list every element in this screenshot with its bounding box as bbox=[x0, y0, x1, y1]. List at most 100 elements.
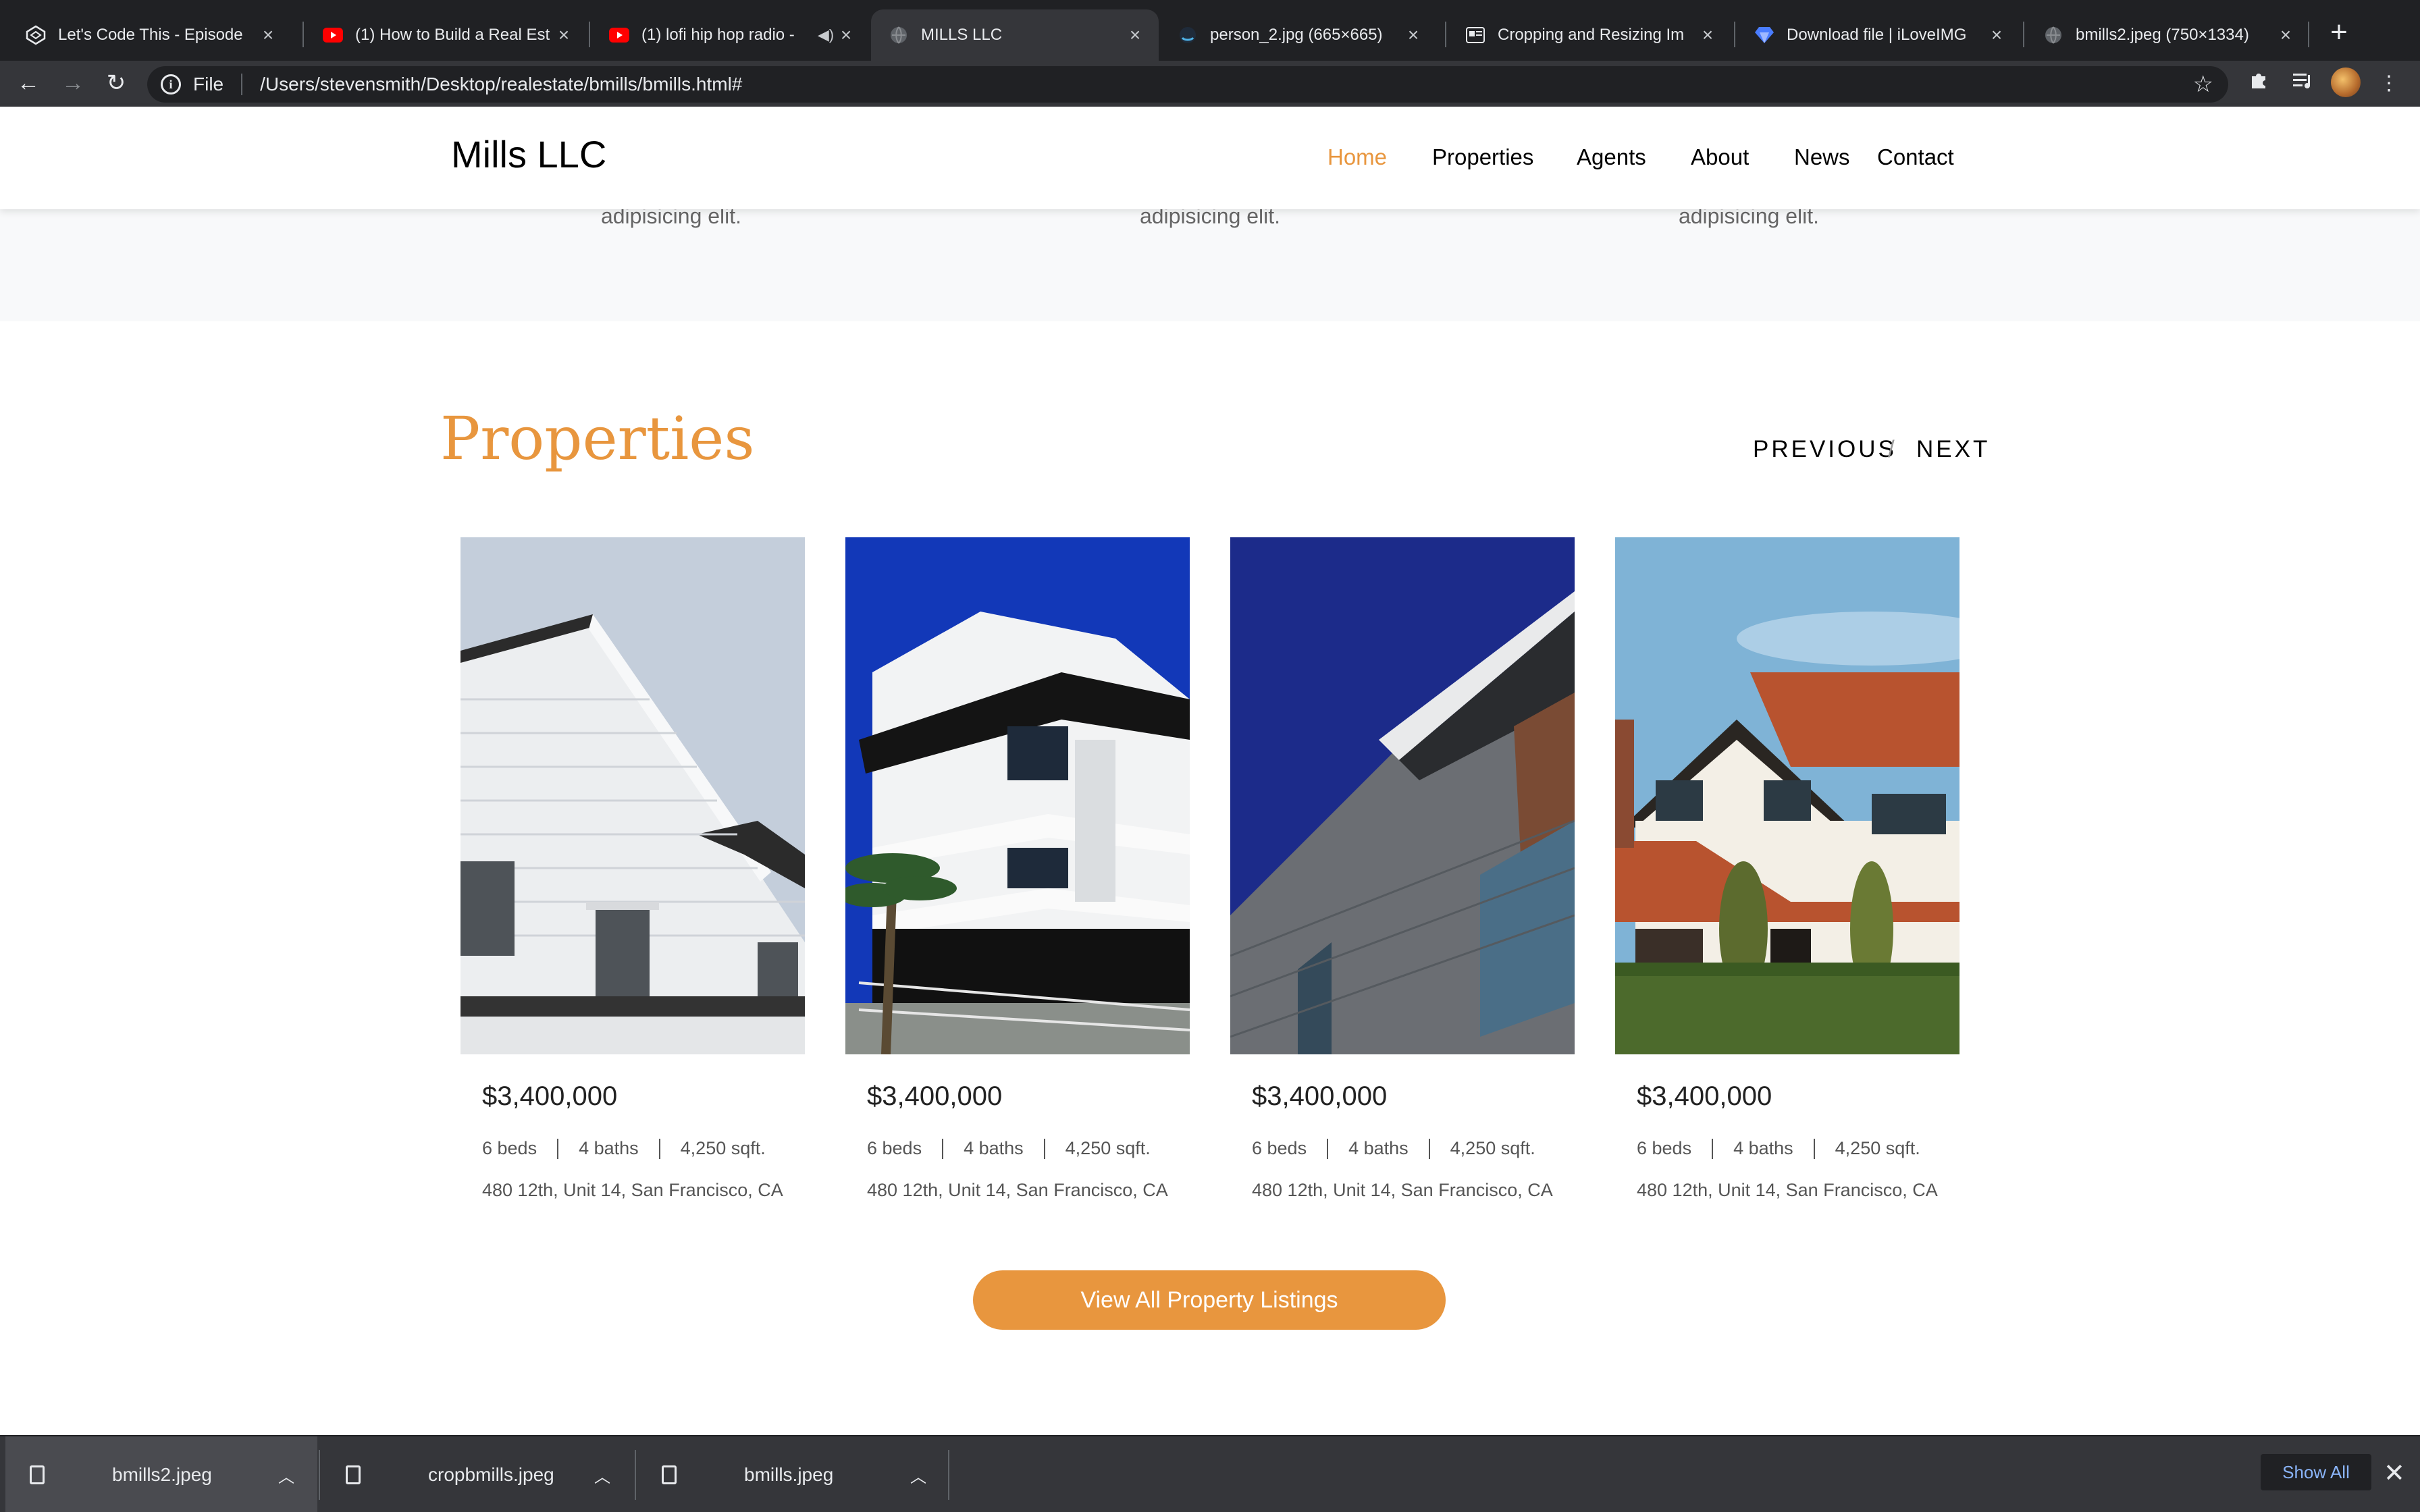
chevron-up-icon[interactable]: ︿ bbox=[594, 1463, 610, 1487]
property-price: $3,400,000 bbox=[867, 1081, 1003, 1111]
download-filename: cropbmills.jpeg bbox=[428, 1464, 554, 1485]
nav-home[interactable]: Home bbox=[1327, 144, 1387, 170]
tab-divider bbox=[1734, 22, 1735, 47]
meta-divider bbox=[942, 1138, 944, 1159]
extensions-icon[interactable] bbox=[2243, 68, 2276, 100]
forward-icon[interactable]: → bbox=[57, 68, 89, 100]
meta-divider bbox=[557, 1138, 559, 1159]
globe-icon bbox=[2043, 25, 2063, 45]
tab-divider bbox=[302, 22, 304, 47]
nav-agents[interactable]: Agents bbox=[1577, 144, 1646, 170]
browser-tab-active[interactable]: MILLS LLC × bbox=[871, 9, 1159, 61]
previous-button[interactable]: PREVIOUS bbox=[1753, 436, 1897, 463]
tab-title: Download file | iLoveIMG bbox=[1787, 26, 1967, 44]
view-all-listings-button[interactable]: View All Property Listings bbox=[973, 1270, 1446, 1330]
close-tab-icon[interactable]: × bbox=[1403, 24, 1423, 46]
property-address: 480 12th, Unit 14, San Francisco, CA bbox=[1252, 1180, 1553, 1200]
codepen-icon bbox=[26, 25, 46, 45]
property-price: $3,400,000 bbox=[1252, 1081, 1388, 1111]
globe-icon bbox=[889, 25, 909, 45]
nav-properties[interactable]: Properties bbox=[1432, 144, 1533, 170]
tab-divider bbox=[2308, 22, 2309, 47]
media-queue-icon[interactable] bbox=[2286, 68, 2319, 100]
property-beds: 6 beds bbox=[867, 1138, 922, 1158]
property-card[interactable]: $3,400,000 6 beds 4 baths 4,250 sqft. 48… bbox=[845, 537, 1190, 1200]
property-card[interactable]: $3,400,000 6 beds 4 baths 4,250 sqft. 48… bbox=[1230, 537, 1575, 1200]
close-shelf-icon[interactable]: ✕ bbox=[2384, 1458, 2405, 1488]
back-icon[interactable]: ← bbox=[12, 68, 45, 100]
nav-news[interactable]: News bbox=[1794, 144, 1850, 170]
download-divider bbox=[948, 1450, 949, 1500]
tab-title: (1) lofi hip hop radio - bbox=[641, 26, 795, 44]
property-baths: 4 baths bbox=[1733, 1138, 1793, 1158]
download-filename: bmills.jpeg bbox=[744, 1464, 834, 1485]
property-price: $3,400,000 bbox=[1637, 1081, 1772, 1111]
close-tab-icon[interactable]: × bbox=[1698, 24, 1718, 46]
new-tab-button[interactable]: + bbox=[2320, 15, 2358, 53]
tab-title: Let's Code This - Episode bbox=[58, 26, 243, 44]
article-icon bbox=[1465, 25, 1485, 45]
property-address: 480 12th, Unit 14, San Francisco, CA bbox=[867, 1180, 1168, 1200]
file-icon bbox=[662, 1465, 677, 1484]
address-bar[interactable]: i File /Users/stevensmith/Desktop/reales… bbox=[147, 66, 2228, 103]
meta-divider bbox=[658, 1138, 660, 1159]
site-info-icon[interactable]: i bbox=[161, 74, 181, 94]
browser-toolbar: ← → ↻ i File /Users/stevensmith/Desktop/… bbox=[0, 61, 2420, 107]
meta-divider bbox=[1712, 1138, 1714, 1159]
property-baths: 4 baths bbox=[579, 1138, 639, 1158]
download-shelf: bmills2.jpeg ︿ cropbmills.jpeg ︿ bmills.… bbox=[0, 1435, 2420, 1512]
property-area: 4,250 sqft. bbox=[680, 1138, 766, 1158]
property-image-tudor-house[interactable] bbox=[1615, 537, 1959, 1054]
property-image-white-gabled-house[interactable] bbox=[461, 537, 805, 1054]
close-tab-icon[interactable]: × bbox=[2276, 24, 2296, 46]
property-image-white-modern-apartment[interactable] bbox=[845, 537, 1190, 1054]
chevron-up-icon[interactable]: ︿ bbox=[278, 1463, 294, 1487]
property-price: $3,400,000 bbox=[482, 1081, 618, 1111]
speaker-icon[interactable]: ◀) bbox=[816, 26, 836, 44]
browser-tab[interactable]: person_2.jpg (665×665) × bbox=[1160, 9, 1437, 61]
download-item[interactable]: bmills.jpeg ︿ bbox=[637, 1436, 949, 1512]
download-divider bbox=[319, 1450, 320, 1500]
close-tab-icon[interactable]: × bbox=[554, 24, 574, 46]
image-icon bbox=[1178, 25, 1198, 45]
property-card[interactable]: $3,400,000 6 beds 4 baths 4,250 sqft. 48… bbox=[1615, 537, 1959, 1200]
download-item[interactable]: bmills2.jpeg ︿ bbox=[5, 1436, 317, 1512]
property-image-dark-brick-building[interactable] bbox=[1230, 537, 1575, 1054]
chevron-up-icon[interactable]: ︿ bbox=[910, 1463, 926, 1487]
browser-tab[interactable]: Cropping and Resizing Im × bbox=[1448, 9, 1731, 61]
close-tab-icon[interactable]: × bbox=[836, 24, 856, 46]
show-all-downloads-button[interactable]: Show All bbox=[2261, 1454, 2371, 1490]
download-item[interactable]: cropbmills.jpeg ︿ bbox=[321, 1436, 633, 1512]
nav-about[interactable]: About bbox=[1691, 144, 1749, 170]
download-filename: bmills2.jpeg bbox=[112, 1464, 212, 1485]
close-tab-icon[interactable]: × bbox=[258, 24, 278, 46]
address-divider bbox=[241, 74, 243, 95]
youtube-icon bbox=[609, 25, 629, 45]
browser-tab[interactable]: bmills2.jpeg (750×1334) × bbox=[2026, 9, 2309, 61]
pager-separator: / bbox=[1888, 436, 1895, 462]
browser-tab[interactable]: (1) How to Build a Real Est × bbox=[305, 9, 587, 61]
reload-icon[interactable]: ↻ bbox=[100, 68, 132, 100]
close-tab-icon[interactable]: × bbox=[1125, 24, 1145, 46]
nav-contact[interactable]: Contact bbox=[1877, 144, 1954, 170]
close-tab-icon[interactable]: × bbox=[1987, 24, 2007, 46]
property-meta: 6 beds 4 baths 4,250 sqft. bbox=[867, 1138, 1151, 1159]
profile-avatar[interactable] bbox=[2331, 68, 2361, 97]
bookmark-star-icon[interactable]: ☆ bbox=[2193, 71, 2213, 98]
tab-title: MILLS LLC bbox=[921, 26, 1003, 44]
tab-title: (1) How to Build a Real Est bbox=[355, 26, 550, 44]
browser-tab[interactable]: Download file | iLoveIMG × bbox=[1737, 9, 2020, 61]
meta-divider bbox=[1428, 1138, 1430, 1159]
next-button[interactable]: NEXT bbox=[1916, 436, 1990, 463]
browser-tab[interactable]: Let's Code This - Episode × bbox=[8, 9, 292, 61]
url-scheme: File bbox=[193, 74, 224, 94]
property-area: 4,250 sqft. bbox=[1065, 1138, 1151, 1158]
property-area: 4,250 sqft. bbox=[1450, 1138, 1535, 1158]
url-text[interactable]: /Users/stevensmith/Desktop/realestate/bm… bbox=[260, 74, 742, 95]
property-meta: 6 beds 4 baths 4,250 sqft. bbox=[482, 1138, 766, 1159]
browser-tab[interactable]: (1) lofi hip hop radio - ◀) × bbox=[591, 9, 870, 61]
download-divider bbox=[635, 1450, 636, 1500]
browser-menu-icon[interactable]: ⋮ bbox=[2373, 68, 2405, 100]
site-logo[interactable]: Mills LLC bbox=[451, 132, 606, 176]
property-card[interactable]: $3,400,000 6 beds 4 baths 4,250 sqft. 48… bbox=[461, 537, 805, 1200]
